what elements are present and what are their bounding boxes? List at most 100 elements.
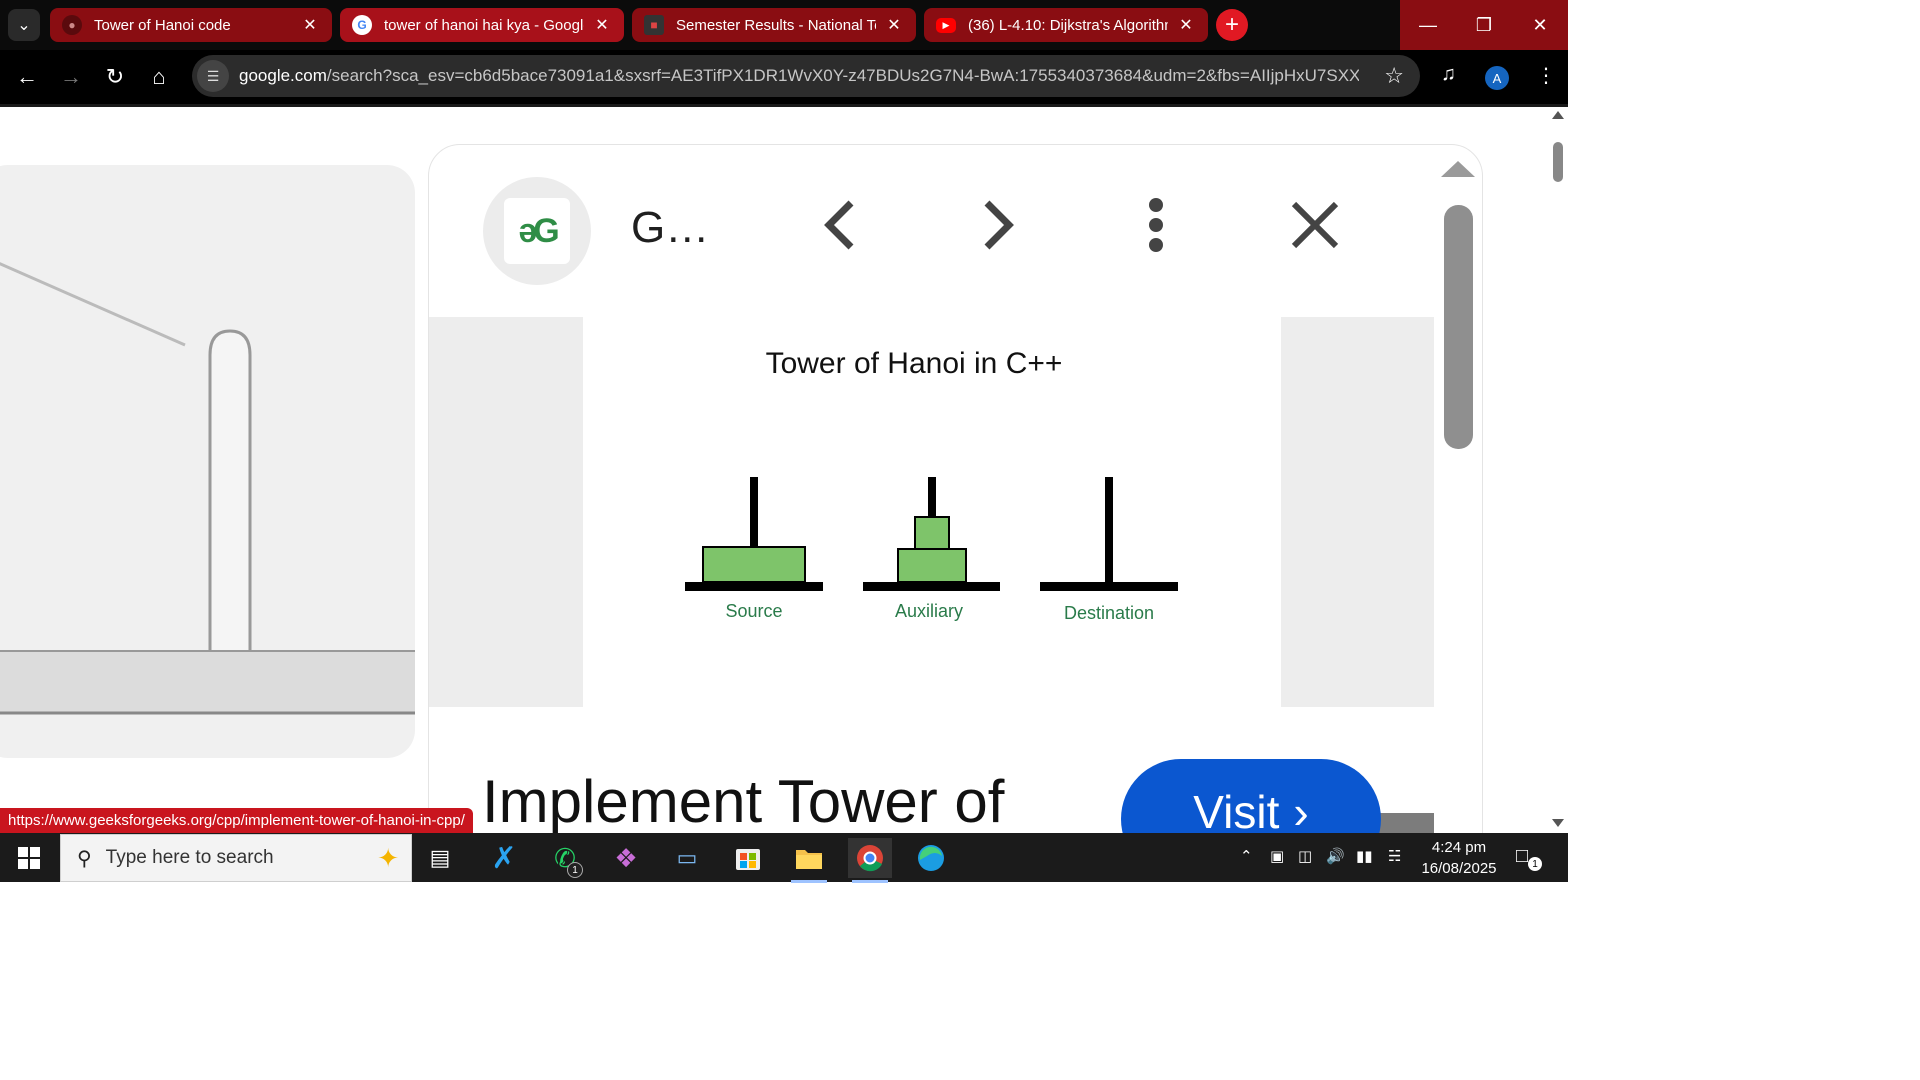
- chevron-left-icon: [824, 200, 854, 250]
- restore-button[interactable]: ❐: [1456, 0, 1512, 50]
- microsoft-store-app[interactable]: [726, 838, 770, 878]
- close-viewer-button[interactable]: [1287, 195, 1343, 255]
- chat-bubble-icon: □: [1516, 845, 1529, 867]
- home-icon: ⌂: [152, 64, 166, 89]
- restore-icon: ❐: [1475, 14, 1493, 35]
- youtube-icon: ▶: [936, 17, 956, 33]
- search-placeholder: Type here to search: [105, 847, 274, 868]
- link-status-bar: https://www.geeksforgeeks.org/cpp/implem…: [0, 808, 473, 833]
- sparkle-icon: ✦: [377, 843, 399, 873]
- media-controls-icon[interactable]: ♫: [1441, 63, 1456, 86]
- source-label: Source: [725, 601, 783, 621]
- bookmark-star-icon[interactable]: ☆: [1384, 63, 1404, 89]
- auxiliary-label: Auxiliary: [894, 601, 964, 621]
- geeksforgeeks-logo: əG: [504, 198, 570, 264]
- previous-image-button[interactable]: [811, 195, 867, 255]
- tab-tower-of-hanoi-code[interactable]: ● Tower of Hanoi code ✕: [50, 8, 332, 42]
- result-headline[interactable]: Implement Tower of: [482, 767, 1004, 833]
- chevron-right-icon: [984, 200, 1014, 250]
- minimize-icon: —: [1419, 14, 1437, 35]
- chrome-app[interactable]: [848, 838, 892, 883]
- scroll-up-arrow[interactable]: [1552, 111, 1564, 119]
- tower-diagram: [685, 477, 1178, 591]
- windows-logo-icon: [18, 847, 28, 857]
- more-vertical-icon: [1149, 198, 1163, 252]
- store-icon: [736, 849, 760, 870]
- close-icon: [1291, 201, 1339, 249]
- plus-icon: +: [1224, 11, 1239, 38]
- tab-google-search[interactable]: G tower of hanoi hai kya - Google ✕: [340, 8, 624, 42]
- windows-taskbar: ⚲ Type here to search ✦ ▤ ✗ ✆ 1 ❖ ▭ ⌃ ▣ …: [0, 833, 1568, 883]
- visit-label: Visit: [1193, 786, 1280, 833]
- arrow-right-icon: →: [60, 64, 82, 89]
- destination-label: Destination: [1063, 603, 1155, 623]
- vscode-app[interactable]: ✗: [482, 838, 526, 878]
- page-scrollbar[interactable]: [1548, 107, 1568, 833]
- profile-avatar[interactable]: A: [1485, 66, 1509, 90]
- viewer-scrollbar-thumb[interactable]: [1444, 205, 1473, 449]
- close-icon[interactable]: ✕: [592, 15, 612, 35]
- task-view-icon: ▤: [429, 845, 451, 870]
- wifi-icon[interactable]: ☵: [1388, 847, 1401, 865]
- laptop-app[interactable]: ▭: [665, 838, 709, 878]
- chevron-down-icon: ⌄: [17, 17, 31, 34]
- tab-search-button[interactable]: ⌄: [8, 9, 40, 41]
- close-icon[interactable]: ✕: [1176, 15, 1196, 35]
- copilot-app[interactable]: ❖: [604, 838, 648, 878]
- task-view-button[interactable]: ▤: [418, 838, 462, 878]
- meet-now-icon[interactable]: ▣: [1270, 847, 1284, 865]
- source-logo[interactable]: əG: [483, 177, 591, 285]
- tab-semester-results[interactable]: ■ Semester Results - National Tex ✕: [632, 8, 916, 42]
- tab-dijkstra-video[interactable]: ▶ (36) L-4.10: Dijkstra's Algorithm ✕: [924, 8, 1208, 42]
- viewer-scroll-up-arrow[interactable]: [1441, 161, 1475, 177]
- taskbar-clock[interactable]: 4:24 pm 16/08/2025: [1404, 837, 1514, 879]
- clock-date: 16/08/2025: [1421, 860, 1497, 877]
- more-options-button[interactable]: [1128, 195, 1184, 255]
- scroll-down-arrow[interactable]: [1552, 819, 1564, 827]
- site-info-icon[interactable]: ☰: [197, 60, 229, 92]
- whatsapp-app[interactable]: ✆ 1: [543, 838, 587, 878]
- address-bar[interactable]: ☰ google.com/search?sca_esv=cb6d5bace730…: [192, 55, 1420, 97]
- battery-icon[interactable]: ▮▮: [1356, 847, 1373, 865]
- close-icon[interactable]: ✕: [884, 15, 904, 35]
- tower-of-hanoi-image[interactable]: Tower of Hanoi in C++ Source Auxiliary D…: [583, 317, 1281, 707]
- reload-button[interactable]: ↻: [98, 60, 132, 94]
- image-viewer-panel: əG G… Tower of Hanoi in C++ Source Auxil…: [428, 144, 1483, 833]
- chevron-up-icon[interactable]: ⌃: [1240, 847, 1253, 865]
- next-image-button[interactable]: [971, 195, 1027, 255]
- search-icon: ⚲: [77, 847, 92, 870]
- back-button[interactable]: ←: [10, 60, 44, 94]
- notification-center-button[interactable]: □ 1: [1516, 845, 1542, 871]
- volume-icon[interactable]: 🔊: [1326, 847, 1345, 865]
- previous-image-thumbnail[interactable]: [0, 165, 415, 758]
- close-window-button[interactable]: ✕: [1512, 0, 1568, 50]
- new-tab-button[interactable]: +: [1216, 9, 1248, 41]
- forward-button[interactable]: →: [54, 60, 88, 94]
- minimize-button[interactable]: —: [1400, 0, 1456, 50]
- taskbar-search-box[interactable]: ⚲ Type here to search ✦: [60, 834, 412, 882]
- edge-app[interactable]: [909, 838, 953, 878]
- vscode-icon: ✗: [491, 841, 517, 875]
- reload-icon: ↻: [105, 64, 125, 89]
- network-status-icon[interactable]: ◫: [1298, 847, 1312, 865]
- peg-sketch-image: [0, 262, 415, 715]
- url-text[interactable]: google.com/search?sca_esv=cb6d5bace73091…: [239, 66, 1359, 86]
- close-icon: ✕: [1532, 14, 1548, 35]
- file-explorer-app[interactable]: [787, 838, 831, 883]
- more-menu-icon[interactable]: ⋮: [1536, 63, 1556, 88]
- source-title[interactable]: G…: [631, 203, 709, 253]
- notification-count: 1: [1528, 857, 1542, 871]
- visit-button[interactable]: Visit ›: [1121, 759, 1381, 833]
- start-button[interactable]: [18, 847, 40, 869]
- page-content: əG G… Tower of Hanoi in C++ Source Auxil…: [0, 107, 1568, 833]
- shield-icon: ■: [644, 15, 664, 35]
- home-button[interactable]: ⌂: [142, 60, 176, 94]
- page-scrollbar-thumb[interactable]: [1553, 142, 1563, 182]
- destination-peg: [1040, 477, 1178, 591]
- folder-icon: [796, 850, 822, 869]
- copilot-icon: ❖: [614, 842, 638, 873]
- laptop-icon: ▭: [676, 845, 698, 870]
- edge-icon: [918, 845, 944, 871]
- close-icon[interactable]: ✕: [300, 15, 320, 35]
- globe-icon: ●: [62, 15, 82, 35]
